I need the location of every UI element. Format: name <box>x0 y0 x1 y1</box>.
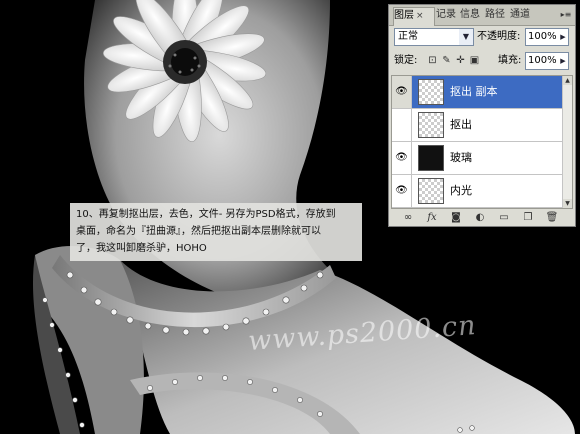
link-icon[interactable]: ∞ <box>401 211 415 224</box>
adjustment-icon[interactable]: ◐ <box>473 211 487 224</box>
blend-mode-select[interactable]: 正常 ▼ <box>394 28 474 46</box>
layer-name: 抠出 副本 <box>450 85 498 98</box>
blend-row: 正常 ▼ 不透明度: 100% ▶ <box>389 28 575 50</box>
layer-row-inner-glow[interactable]: 👁 内光 <box>392 175 562 208</box>
opacity-input[interactable]: 100% ▶ <box>525 28 569 46</box>
lock-row: 锁定: ⊡ ✎ ✛ ▣ 填充: 100% ▶ <box>389 52 575 74</box>
caption-line: 桌面，命名为『扭曲源』，然后把抠出副本层删除就可以 <box>76 226 321 237</box>
panel-bottom-bar: ∞ fx ◙ ◐ ▭ ❐ 🗑 <box>389 210 575 226</box>
fx-icon[interactable]: fx <box>425 211 439 224</box>
eye-icon[interactable]: 👁 <box>392 175 412 207</box>
chevron-right-icon[interactable]: ▶ <box>558 29 568 45</box>
layer-row-cutout-copy[interactable]: 👁 抠出 副本 <box>392 76 562 109</box>
mask-icon[interactable]: ◙ <box>449 211 463 224</box>
scroll-down-icon[interactable]: ▼ <box>563 199 572 208</box>
tab-layers[interactable]: 图层 × <box>393 7 435 26</box>
eye-icon[interactable]: 👁 <box>392 76 412 108</box>
layers-panel: 图层 × 记录 信息 路径 通道 ▸≡ 正常 ▼ 不透明度: 100% ▶ 锁定:… <box>388 4 576 227</box>
layer-row-glass[interactable]: 👁 玻璃 <box>392 142 562 175</box>
fill-label: 填充: <box>498 55 522 66</box>
layer-thumbnail <box>418 79 444 105</box>
panel-tab-bar: 图层 × 记录 信息 路径 通道 ▸≡ <box>389 5 575 26</box>
layer-thumbnail <box>418 178 444 204</box>
visibility-toggle[interactable] <box>392 109 412 141</box>
caption-line: 10、再复制抠出层，去色，文件- 另存为PSD格式，存放到 <box>76 209 336 220</box>
tab-paths[interactable]: 路径 <box>485 7 505 24</box>
tab-label: 图层 <box>394 10 414 21</box>
layer-name: 抠出 <box>450 118 472 131</box>
tab-channels[interactable]: 通道 <box>510 7 530 24</box>
layer-row-cutout[interactable]: 抠出 <box>392 109 562 142</box>
tutorial-caption: 10、再复制抠出层，去色，文件- 另存为PSD格式，存放到 桌面，命名为『扭曲源… <box>70 203 362 261</box>
eye-icon[interactable]: 👁 <box>392 142 412 174</box>
layer-list: 👁 抠出 副本 抠出 👁 玻璃 👁 内光 ▲ ▼ <box>391 75 573 209</box>
lock-label: 锁定: <box>394 55 418 66</box>
layer-name: 玻璃 <box>450 151 472 164</box>
layer-name: 内光 <box>450 184 472 197</box>
opacity-value: 100% <box>528 31 557 42</box>
tab-history[interactable]: 记录 <box>436 7 456 24</box>
lock-transparent-icon[interactable]: ⊡ <box>427 55 438 67</box>
layer-list-scrollbar[interactable]: ▲ ▼ <box>562 76 572 208</box>
tab-info[interactable]: 信息 <box>460 7 480 24</box>
group-icon[interactable]: ▭ <box>497 211 511 224</box>
trash-icon[interactable]: 🗑 <box>545 211 559 224</box>
caption-line: 了，我这叫卸磨杀驴，HOHO <box>76 243 207 254</box>
chevron-right-icon[interactable]: ▶ <box>558 53 568 69</box>
lock-pixels-icon[interactable]: ✎ <box>441 55 452 67</box>
opacity-label: 不透明度: <box>477 31 521 42</box>
new-layer-icon[interactable]: ❐ <box>521 211 535 224</box>
panel-menu-icon[interactable]: ▸≡ <box>560 9 572 20</box>
chevron-down-icon: ▼ <box>459 29 473 45</box>
lock-all-icon[interactable]: ▣ <box>469 55 480 67</box>
lock-position-icon[interactable]: ✛ <box>455 55 466 67</box>
scroll-up-icon[interactable]: ▲ <box>563 76 572 85</box>
close-icon[interactable]: × <box>416 11 424 21</box>
fill-value: 100% <box>528 55 557 66</box>
blend-mode-value: 正常 <box>398 31 418 42</box>
layer-thumbnail <box>418 145 444 171</box>
layer-thumbnail <box>418 112 444 138</box>
fill-input[interactable]: 100% ▶ <box>525 52 569 70</box>
